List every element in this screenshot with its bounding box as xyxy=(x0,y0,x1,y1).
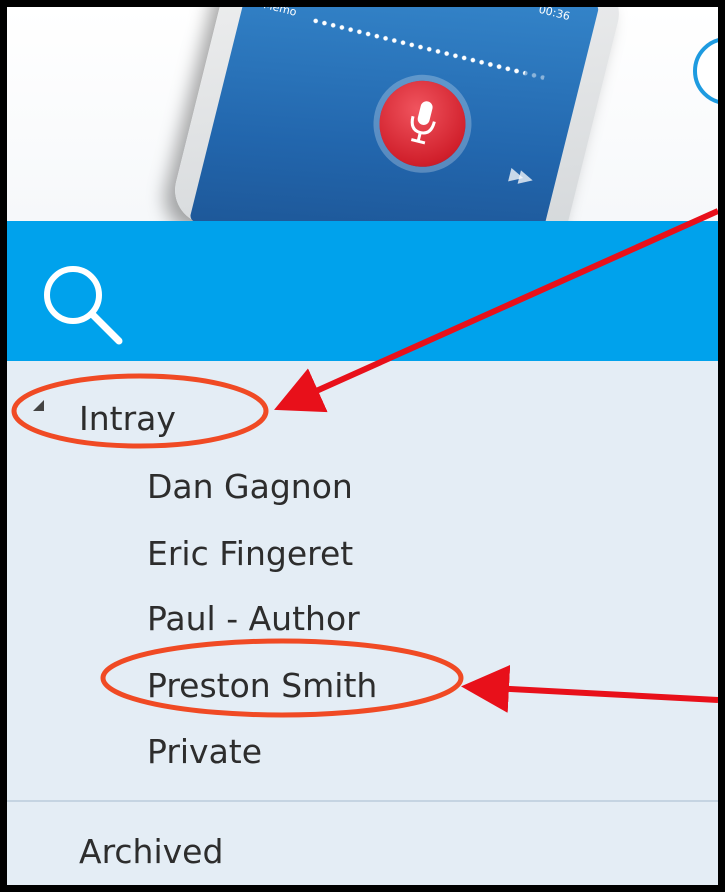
app-banner: ●●●● 00:36 ! Memo ▶▶ xyxy=(7,7,718,221)
tree-item-label: Paul - Author xyxy=(147,599,360,638)
tree-item-label: Eric Fingeret xyxy=(147,534,354,573)
tree-item-preston-smith[interactable]: Preston Smith xyxy=(147,666,377,705)
tree-divider xyxy=(7,800,718,802)
tree-item-label: Archived xyxy=(79,832,224,871)
fast-forward-icon: ▶▶ xyxy=(507,163,532,189)
tree-item-label: Dan Gagnon xyxy=(147,467,353,506)
logo-badge xyxy=(693,37,718,105)
tree-item-intray[interactable]: Intray xyxy=(79,399,176,438)
tree-item-archived[interactable]: Archived xyxy=(79,832,223,871)
memo-label: Memo xyxy=(262,7,298,19)
tree-item-label: Private xyxy=(147,732,263,771)
record-button xyxy=(370,71,475,176)
recording-progress-remaining xyxy=(485,59,546,82)
screenshot-frame: ●●●● 00:36 ! Memo ▶▶ xyxy=(0,0,725,892)
phone-time: 00:36 xyxy=(537,7,572,24)
phone-illustration: ●●●● 00:36 ! Memo ▶▶ xyxy=(167,7,627,221)
tree-item-dan-gagnon[interactable]: Dan Gagnon xyxy=(147,467,353,506)
tree-item-label: Preston Smith xyxy=(147,666,378,705)
expand-caret-icon[interactable] xyxy=(33,400,44,411)
folder-tree xyxy=(7,361,718,885)
tree-item-label: Intray xyxy=(79,399,176,438)
search-icon[interactable] xyxy=(35,257,127,349)
tree-item-private[interactable]: Private xyxy=(147,732,262,771)
search-bar xyxy=(7,221,718,361)
tree-item-eric-fingeret[interactable]: Eric Fingeret xyxy=(147,534,353,573)
tree-item-paul-author[interactable]: Paul - Author xyxy=(147,599,360,638)
phone-screen: ●●●● 00:36 ! Memo ▶▶ xyxy=(189,7,600,221)
microphone-icon xyxy=(410,101,436,145)
